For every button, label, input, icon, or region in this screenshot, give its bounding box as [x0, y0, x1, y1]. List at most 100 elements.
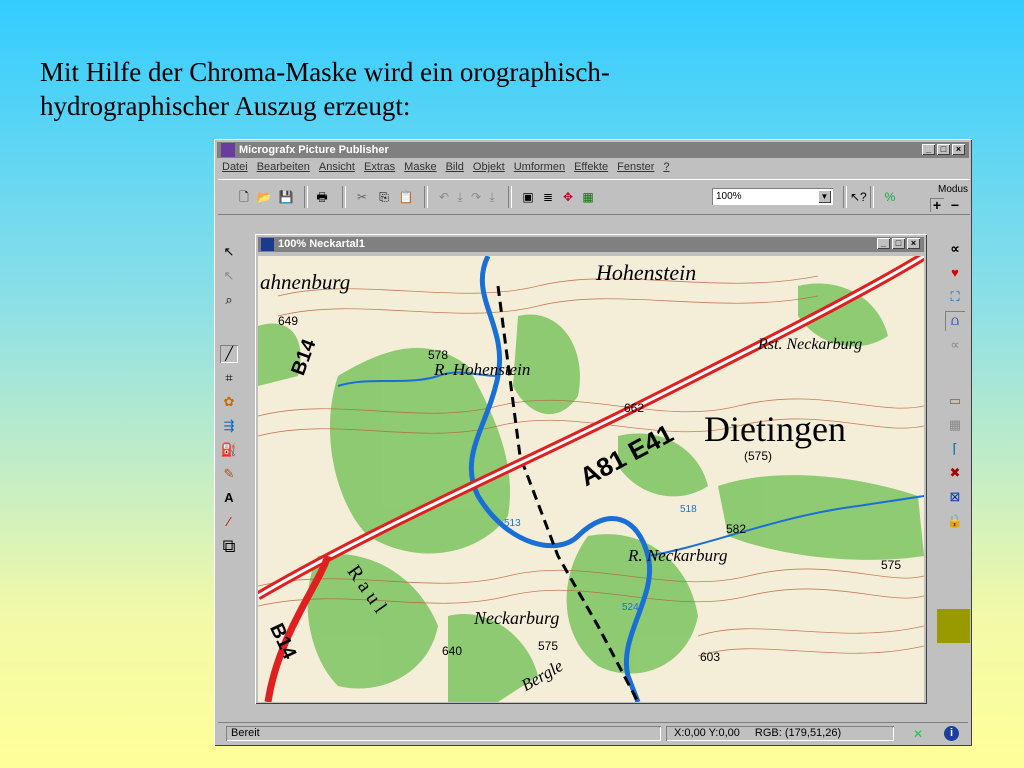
map-label-hohenstein: Hohenstein — [596, 260, 697, 285]
checker-icon[interactable]: ▦ — [945, 415, 965, 435]
effects-icon[interactable]: ✥ — [560, 189, 576, 205]
object-pointer-icon[interactable]: ↖ — [220, 267, 238, 285]
map-label-dietingen: Dietingen — [704, 409, 846, 449]
alpha-channel-icon[interactable]: ∝ — [945, 239, 965, 259]
delete-layer-icon[interactable]: ⊠ — [945, 487, 965, 507]
zoom-select[interactable]: 100% ▼ — [712, 188, 833, 205]
menu-extras[interactable]: Extras — [364, 161, 395, 177]
chevron-down-icon[interactable]: ▼ — [818, 190, 831, 203]
menu-effekte[interactable]: Effekte — [574, 161, 608, 177]
info-icon[interactable]: i — [944, 726, 959, 741]
pointer-tool-icon[interactable]: ↖ — [220, 243, 238, 261]
map-elev-524: 524 — [622, 602, 639, 613]
menu-datei[interactable]: Datei — [222, 161, 248, 177]
redo-icon[interactable]: ↷ — [468, 189, 484, 205]
menu-fenster[interactable]: Fenster — [617, 161, 654, 177]
zoom-tool-icon[interactable]: ⌕ — [220, 291, 238, 309]
mask-indicator-icon[interactable]: ✕ — [910, 726, 926, 742]
paste-icon[interactable]: 📋 — [398, 189, 414, 205]
status-xy: X:0,00 Y:0,00 — [674, 727, 740, 739]
chroma-mask-icon[interactable]: ⩍ — [945, 311, 965, 331]
map-elev-649: 649 — [278, 314, 299, 328]
doc-close-button[interactable]: × — [907, 238, 920, 249]
app-titlebar[interactable]: Micrografx Picture Publisher _ □ × — [217, 142, 969, 158]
properties-icon[interactable]: ≣ — [540, 189, 556, 205]
undo-icon[interactable]: ↶ — [436, 189, 452, 205]
status-ready: Bereit — [226, 726, 661, 741]
app-title: Micrografx Picture Publisher — [239, 144, 389, 156]
heart-mask-icon[interactable]: ♥ — [945, 263, 965, 283]
map-label-ruine-hohenstein: R. Hohenstein — [434, 360, 531, 379]
document-titlebar[interactable]: 100% Neckartal1 _ □ × — [258, 237, 924, 252]
status-bar: Bereit X:0,00 Y:0,00 RGB: (179,51,26) ✕ … — [218, 722, 968, 743]
undo-stack-icon[interactable]: ⤓ — [452, 189, 468, 205]
main-toolbar: 🗋 📂 💾 🖶 ✂ ⎘ 📋 ↶ ⤓ ↷ ⤓ ▣ ≣ ✥ ▦ 100% ▼ ↖? … — [218, 179, 970, 215]
heading-line-2: hydrographischer Auszug erzeugt: — [40, 91, 411, 121]
doc-maximize-button[interactable]: □ — [892, 238, 905, 249]
map-label-rst-neckarburg: Rst. Neckarburg — [758, 336, 863, 353]
heading-line-1: Mit Hilfe der Chroma-Maske wird ein orog… — [40, 57, 610, 87]
ruler-icon[interactable]: ▭ — [945, 391, 965, 411]
mode-add-button[interactable]: + — [930, 198, 944, 212]
fill-tool-icon[interactable]: ⛽ — [220, 441, 238, 459]
menu-bearbeiten[interactable]: Bearbeiten — [257, 161, 310, 177]
map-label-neckarburg: Neckarburg — [474, 608, 560, 628]
color-swatch-icon[interactable]: ⧉ — [220, 537, 238, 555]
grid-icon[interactable]: ▦ — [580, 189, 596, 205]
doc-minimize-button[interactable]: _ — [877, 238, 890, 249]
minimize-button[interactable]: _ — [922, 144, 935, 155]
redo-stack-icon[interactable]: ⤓ — [484, 189, 500, 205]
new-file-icon[interactable]: 🗋 — [236, 189, 252, 205]
remove-mask-icon[interactable]: ✖ — [945, 463, 965, 483]
maximize-button[interactable]: □ — [937, 144, 950, 155]
save-icon[interactable]: 💾 — [278, 189, 294, 205]
map-elev-582: 582 — [726, 522, 747, 536]
menu-help[interactable]: ? — [663, 161, 669, 177]
print-icon[interactable]: 🖶 — [314, 189, 330, 205]
close-button[interactable]: × — [952, 144, 965, 155]
right-toolbox: ∝ ♥ ⛶ ⩍ ∝ ▭ ▦ ⌈ ✖ ⊠ 🔒 — [941, 235, 969, 715]
context-help-icon[interactable]: ↖? — [850, 189, 867, 205]
color-tool-icon[interactable]: ✿ — [220, 393, 238, 411]
menu-umformen[interactable]: Umformen — [514, 161, 565, 177]
brush-tool-icon[interactable]: ✎ — [220, 465, 238, 483]
crop-tool-icon[interactable]: ⌗ — [220, 369, 238, 387]
scan-icon[interactable]: ▣ — [520, 189, 536, 205]
document-icon — [261, 238, 274, 251]
cut-icon[interactable]: ✂ — [354, 189, 370, 205]
menu-bild[interactable]: Bild — [446, 161, 464, 177]
left-toolbox: ↖ ↖ ⌕ ╱ ⌗ ✿ ⇶ ⛽ ✎ A ⁄ ⧉ — [217, 235, 241, 715]
app-logo-icon — [221, 143, 235, 157]
map-label-ruine-neckarburg: R. Neckarburg — [628, 546, 728, 565]
map-elev-575b: 575 — [881, 558, 902, 572]
map-label-dietingen-elevation: (575) — [744, 449, 773, 463]
map-elev-575a: 575 — [538, 639, 559, 653]
menu-objekt[interactable]: Objekt — [473, 161, 505, 177]
map-elev-513: 513 — [504, 518, 521, 529]
map-elev-662: 662 — [624, 401, 645, 415]
eyedropper-tool-icon[interactable]: ⁄ — [220, 513, 238, 531]
transform-tool-icon[interactable]: ⇶ — [220, 417, 238, 435]
document-title: 100% Neckartal1 — [278, 238, 365, 250]
topographic-map-canvas[interactable]: Hohenstein ahnenburg B14 B14 A81 E41 Die… — [258, 256, 924, 702]
map-elev-640: 640 — [442, 644, 463, 658]
mode-subtract-button[interactable]: − — [948, 198, 962, 212]
line-tool-icon[interactable]: ╱ — [220, 345, 238, 363]
menu-maske[interactable]: Maske — [404, 161, 436, 177]
status-coords: X:0,00 Y:0,00 RGB: (179,51,26) — [666, 726, 894, 741]
mask-tool-icon[interactable]: % — [882, 189, 898, 205]
map-label-ahnenburg: ahnenburg — [260, 270, 351, 294]
modus-label: Modus — [938, 184, 969, 195]
layers-icon[interactable]: ⛶ — [945, 287, 965, 307]
copy-icon[interactable]: ⎘ — [376, 189, 392, 205]
map-elev-603: 603 — [700, 650, 721, 664]
menu-ansicht[interactable]: Ansicht — [319, 161, 355, 177]
text-tool-icon[interactable]: A — [220, 489, 238, 507]
mask-off-icon[interactable]: ∝ — [945, 335, 965, 355]
corner-icon[interactable]: ⌈ — [945, 439, 965, 459]
color-swatch-box[interactable] — [937, 609, 970, 643]
lock-icon[interactable]: 🔒 — [945, 511, 965, 531]
map-elev-518: 518 — [680, 504, 697, 515]
document-window: 100% Neckartal1 _ □ × Hohenstein ahnenbu… — [255, 234, 927, 704]
open-folder-icon[interactable]: 📂 — [256, 189, 272, 205]
